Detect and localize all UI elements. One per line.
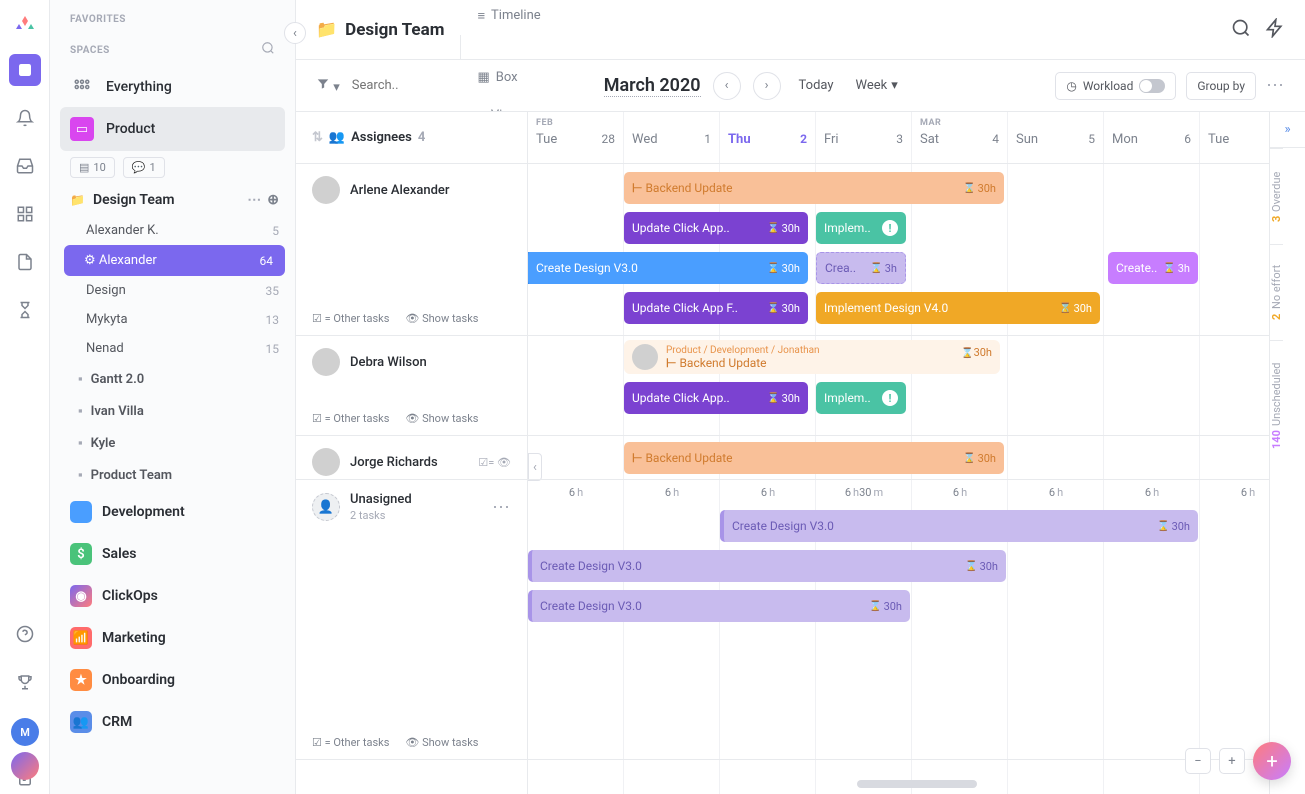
person-row: 👤Unasigned2 tasks⋯☑ = Other tasks👁 Show … — [296, 480, 527, 760]
rail-unscheduled[interactable]: 140Unscheduled — [1270, 340, 1283, 470]
day-header: Thu2 — [720, 112, 816, 163]
app-logo[interactable] — [13, 14, 37, 38]
more-icon[interactable]: ⋯ — [1266, 75, 1285, 96]
tree-item[interactable]: Mykyta13 — [54, 305, 295, 334]
trophy-icon[interactable] — [9, 666, 41, 698]
space-item[interactable]: 👥CRM — [50, 701, 295, 743]
hour-cell: 6 h — [720, 480, 816, 504]
hour-cell: 6 h — [528, 480, 624, 504]
search-icon[interactable] — [1231, 18, 1251, 42]
bell-icon[interactable] — [9, 102, 41, 134]
space-item[interactable]: 📶Marketing — [50, 617, 295, 659]
workload-toggle[interactable]: ◷Workload — [1055, 72, 1176, 100]
task-bar[interactable]: Implem..! — [816, 212, 906, 244]
add-fab-button[interactable]: + — [1253, 742, 1291, 780]
add-icon[interactable]: ⊕ — [267, 192, 279, 208]
task-bar[interactable]: Create Design V3.030h — [720, 510, 1198, 542]
day-header: Sun5 — [1008, 112, 1104, 163]
breadcrumb: Design Team — [345, 20, 444, 40]
zoom-in-button[interactable]: + — [1219, 748, 1245, 774]
task-bar[interactable]: Create Design V3.030h — [528, 550, 1006, 582]
sidebar-product[interactable]: ▭ Product — [60, 107, 285, 151]
expand-rail-icon[interactable]: » — [1270, 112, 1305, 148]
day-header: Fri3 — [816, 112, 912, 163]
task-popup[interactable]: Product / Development / JonathanBackend … — [624, 340, 1000, 374]
spaces-label: SPACES — [70, 45, 110, 56]
task-bar[interactable]: Update Click App F..30h — [624, 292, 808, 324]
h-scrollbar[interactable] — [857, 780, 977, 788]
inbox-icon[interactable] — [9, 150, 41, 182]
tree-sub[interactable]: ▪Kyle — [54, 427, 295, 459]
toolbar: ▾ March 2020 ‹ › Today Week ▾ ◷Workload … — [296, 60, 1305, 112]
week-selector[interactable]: Week ▾ — [856, 78, 898, 93]
search-input[interactable] — [352, 78, 472, 93]
favorites-label: FAVORITES — [50, 0, 295, 33]
task-bar[interactable]: Create..3h — [1108, 252, 1198, 284]
tree-item[interactable]: Alexander K.5 — [54, 216, 295, 245]
task-bar[interactable]: Implem..! — [816, 382, 906, 414]
hourglass-icon[interactable] — [9, 294, 41, 326]
hour-cell: 6 h — [1104, 480, 1200, 504]
sort-icon[interactable]: ⇅ — [312, 130, 323, 145]
task-bar[interactable]: Create Design V3.030h — [528, 590, 910, 622]
search-icon[interactable] — [261, 41, 275, 59]
hour-cell: 6 h 30 m — [816, 480, 912, 504]
right-rail: » 3Overdue 2No effort 140Unscheduled — [1269, 112, 1305, 794]
sidebar: FAVORITES SPACES Everything ▭ Product ▤1… — [50, 0, 296, 794]
day-header: FEBTue28 — [528, 112, 624, 163]
filter-icon[interactable]: ▾ — [316, 77, 340, 95]
task-bar[interactable]: Update Click App..30h — [624, 212, 808, 244]
task-bar[interactable]: Backend Update30h — [624, 172, 1004, 204]
task-bar[interactable]: Update Click App..30h — [624, 382, 808, 414]
task-bar[interactable]: Implement Design V4.030h — [816, 292, 1100, 324]
space-item[interactable]: Development — [50, 491, 295, 533]
day-header: MARSat4 — [912, 112, 1008, 163]
help-icon[interactable] — [9, 618, 41, 650]
bolt-icon[interactable] — [1265, 18, 1285, 42]
stat-docs[interactable]: ▤10 — [70, 157, 115, 178]
task-bar[interactable]: Crea..3h — [816, 252, 906, 284]
more-icon[interactable]: ⋯ — [247, 192, 261, 208]
task-bar[interactable]: Create Design V3.030h — [528, 252, 808, 284]
tabbar: 📁Design Team ⌛Workload⋯≡Timeline▦Box+Vie… — [296, 0, 1305, 60]
person-row: Arlene Alexander☑ = Other tasks👁 Show ta… — [296, 164, 527, 336]
hour-cell: 6 h — [1008, 480, 1104, 504]
tree-sub[interactable]: ▪Ivan Villa — [54, 395, 295, 427]
person-row: Jorge Richards☑= 👁 — [296, 436, 527, 480]
rail-overdue[interactable]: 3Overdue — [1270, 148, 1283, 244]
tree-item[interactable]: Nenad15 — [54, 334, 295, 363]
space-item[interactable]: ◉ClickOps — [50, 575, 295, 617]
prev-button[interactable]: ‹ — [713, 72, 741, 100]
grid-icon[interactable] — [9, 198, 41, 230]
task-bar[interactable]: Backend Update30h — [624, 442, 1004, 474]
space-item[interactable]: ★Onboarding — [50, 659, 295, 701]
next-button[interactable]: › — [753, 72, 781, 100]
day-header: Wed1 — [624, 112, 720, 163]
day-header: Mon6 — [1104, 112, 1200, 163]
tree-folder-design-team[interactable]: 📁 Design Team ⋯⊕ — [54, 184, 295, 216]
workspace-avatar[interactable] — [11, 752, 39, 780]
tree-sub[interactable]: ▪Gantt 2.0 — [54, 363, 295, 395]
hour-cell: 6 h — [912, 480, 1008, 504]
collapse-sidebar-icon[interactable]: ‹ — [284, 22, 306, 44]
zoom-out-button[interactable]: − — [1185, 748, 1211, 774]
hour-cell: 6 h — [624, 480, 720, 504]
doc-icon[interactable] — [9, 246, 41, 278]
people-icon: 👥 — [329, 130, 345, 145]
space-item[interactable]: $Sales — [50, 533, 295, 575]
tree-item[interactable]: Design35 — [54, 276, 295, 305]
stat-comments[interactable]: 💬1 — [123, 157, 165, 178]
tree-sub[interactable]: ▪Product Team — [54, 459, 295, 491]
user-avatar-m[interactable]: M — [11, 718, 39, 746]
sidebar-everything[interactable]: Everything — [50, 67, 295, 107]
rail-noeffort[interactable]: 2No effort — [1270, 244, 1283, 340]
person-row: Debra Wilson☑ = Other tasks👁 Show tasks — [296, 336, 527, 436]
rail-home-icon[interactable] — [9, 54, 41, 86]
tree-item[interactable]: ⚙ Alexander64 — [64, 245, 285, 276]
month-label[interactable]: March 2020 — [604, 75, 701, 97]
tab-timeline[interactable]: ≡Timeline — [460, 0, 592, 35]
today-button[interactable]: Today — [799, 78, 834, 93]
groupby-button[interactable]: Group by — [1186, 72, 1256, 100]
